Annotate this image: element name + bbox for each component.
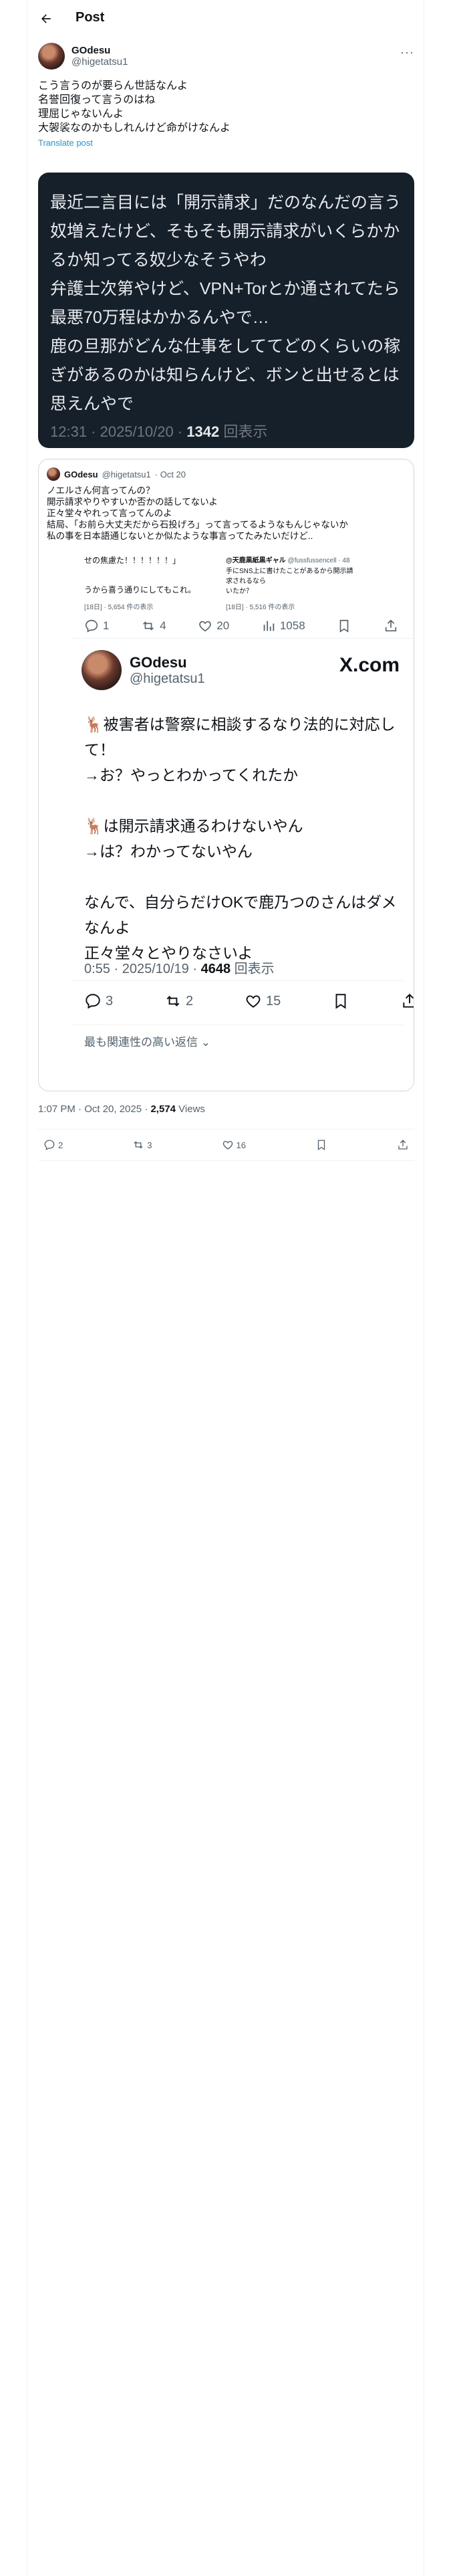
reply-icon <box>85 619 98 633</box>
screenshot-top-actions: 1 4 20 1058 <box>84 619 398 633</box>
quote-author-row: GOdesu @higetatsu1 · Oct 20 <box>47 467 186 481</box>
back-arrow-icon <box>41 14 51 23</box>
post-text: こう言うのが要らん世話なんよ 名誉回復って言うのはね 理屈じゃないんよ 大袈裟な… <box>38 80 231 134</box>
share-icon <box>385 619 397 632</box>
repost-count: 3 <box>147 1140 152 1150</box>
repost-icon <box>134 1141 143 1149</box>
inner-author-handle: @higetatsu1 <box>130 671 205 686</box>
top-reply-stat: 1 <box>84 619 109 633</box>
x-logo: X.com <box>339 654 400 676</box>
screenshot-right-meta: [18日] · 5,516 件の表示 <box>226 604 295 611</box>
inner-post-meta: 0:55 · 2025/10/19 · 4648 回表示 <box>84 962 275 976</box>
author-name[interactable]: GOdesu <box>71 45 128 56</box>
inner-repost-stat: 2 <box>164 992 193 1010</box>
image-text: 最近二言目には「開示請求」だのなんだの言う奴増えたけど、そもそも開示請求がいくら… <box>50 193 402 413</box>
page-header: Post <box>27 0 424 37</box>
translate-link[interactable]: Translate post <box>38 138 414 148</box>
like-icon <box>246 995 261 1008</box>
like-button[interactable]: 16 <box>222 1139 246 1151</box>
quote-screenshot: せの焦慮た！！！！！！」 うから喜う通りにしてもこれ。 [18日] · 5,65… <box>72 554 414 1091</box>
screenshot-inner-post: GOdesu @higetatsu1 X.com 🦌被害者は警察に相談するなり法… <box>72 638 414 1091</box>
quote-text: ノエルさん何言ってんの？ 開示請求やりやすいか否かの話してないよ 正々堂々やれっ… <box>47 486 348 541</box>
repost-button[interactable]: 3 <box>132 1139 152 1151</box>
like-icon <box>222 1141 233 1150</box>
top-repost-stat: 4 <box>141 619 166 633</box>
post-author-row: GOdesu @higetatsu1 <box>38 43 414 70</box>
inner-like-stat: 15 <box>245 992 281 1010</box>
reply-icon <box>44 1140 55 1150</box>
views-count: 2,574 <box>150 1103 176 1115</box>
quote-avatar <box>47 467 60 481</box>
inner-reply-stat: 3 <box>84 992 113 1010</box>
post-action-bar: 2 3 16 <box>38 1129 414 1161</box>
repost-icon <box>143 621 154 631</box>
quote-date: · Oct 20 <box>154 469 186 479</box>
inner-author-row: GOdesu @higetatsu1 <box>82 650 205 690</box>
page-title: Post <box>76 10 105 25</box>
reply-count: 2 <box>58 1140 63 1150</box>
back-button[interactable] <box>37 9 55 28</box>
like-icon <box>199 621 212 632</box>
views-icon <box>263 621 275 631</box>
quote-author-handle: @higetatsu1 <box>102 469 151 479</box>
bookmark-button[interactable] <box>315 1139 327 1151</box>
attached-image-card[interactable]: 最近二言目には「開示請求」だのなんだの言う奴増えたけど、そもそも開示請求がいくら… <box>38 173 414 448</box>
screenshot-left-meta: [18日] · 5,654 件の表示 <box>84 604 154 611</box>
like-count: 16 <box>236 1140 246 1150</box>
avatar[interactable] <box>38 43 65 70</box>
share-button[interactable] <box>397 1139 409 1151</box>
quote-author-name: GOdesu <box>64 469 98 479</box>
bookmark-icon <box>339 619 349 633</box>
bookmark-icon <box>317 1140 325 1151</box>
repost-icon <box>166 996 180 1006</box>
post-timestamp[interactable]: 1:07 PM · Oct 20, 2025 <box>38 1103 142 1115</box>
post-meta: 1:07 PM · Oct 20, 2025 · 2,574 Views <box>38 1103 205 1115</box>
inner-avatar <box>82 650 122 690</box>
more-options-icon[interactable]: ··· <box>400 45 414 60</box>
inner-post-text: 🦌被害者は警察に相談するなり法的に対応して！ →お？やっとわかってくれたか 🦌は… <box>84 716 397 962</box>
main-column: Post GOdesu @higetatsu1 ··· こう言うのが要らん世話な… <box>27 0 424 2576</box>
inner-author-name: GOdesu <box>130 653 187 671</box>
top-like-stat: 20 <box>198 619 229 633</box>
top-views-stat: 1058 <box>261 619 305 633</box>
post: GOdesu @higetatsu1 ··· こう言うのが要らん世話なんよ 名誉… <box>38 43 414 148</box>
screenshot-top-section: せの焦慮た！！！！！！」 うから喜う通りにしてもこれ。 [18日] · 5,65… <box>72 554 414 639</box>
most-relevant-replies: 最も関連性の高い返信 ⌄ <box>84 1036 210 1049</box>
bookmark-icon <box>335 994 346 1009</box>
share-icon <box>398 1140 408 1150</box>
image-meta: 12:31 · 2025/10/20 · 1342 回表示 <box>50 423 268 440</box>
share-icon <box>403 993 414 1008</box>
screenshot-right-header: @天鹿黒紙黒ギャル @fussfussencell · 48 <box>226 557 350 564</box>
author-handle[interactable]: @higetatsu1 <box>71 56 128 68</box>
reply-button[interactable]: 2 <box>43 1139 63 1151</box>
quoted-post[interactable]: GOdesu @higetatsu1 · Oct 20 ノエルさん何言ってんの？… <box>38 459 414 1091</box>
inner-divider <box>72 980 404 981</box>
views-label: Views <box>178 1103 205 1115</box>
inner-actions: 3 2 15 <box>84 992 414 1010</box>
screenshot-right-text: 手にSNS上に書けたことがあるから開示請求されるなら いたか？ <box>226 568 353 595</box>
reply-icon <box>86 994 100 1009</box>
